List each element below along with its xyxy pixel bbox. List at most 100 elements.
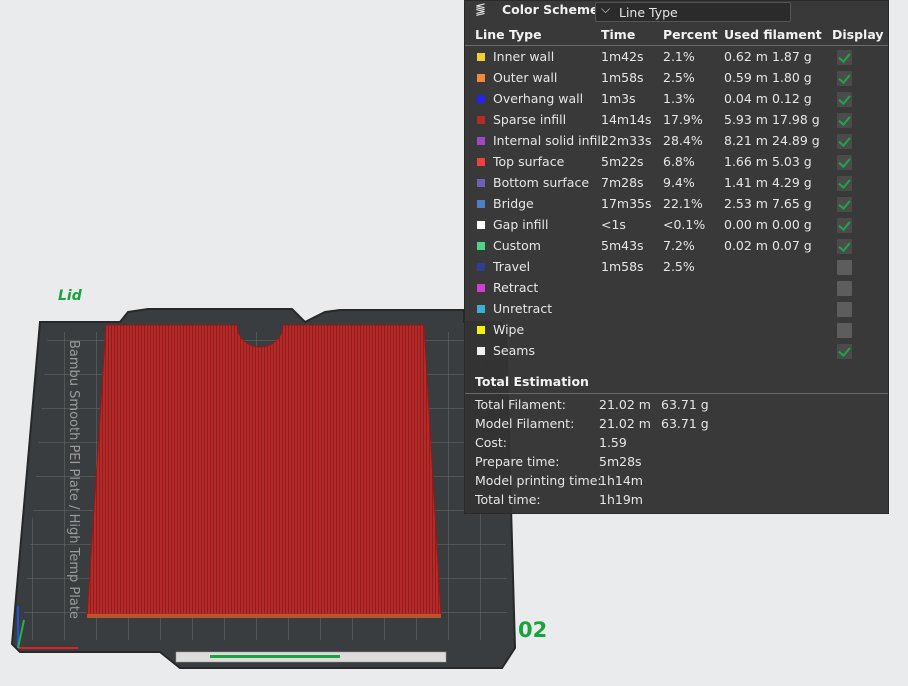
line-type-label: Unretract: [493, 301, 553, 316]
line-type-label: Top surface: [493, 154, 565, 169]
estimation-label: Cost:: [475, 435, 508, 450]
filament-length-value: 0.62 m: [724, 49, 768, 64]
display-checkbox[interactable]: [837, 92, 852, 107]
color-swatch: [477, 284, 485, 292]
line-type-row[interactable]: Custom 5m43s 7.2% 0.02 m 0.07 g: [465, 236, 888, 257]
line-type-row[interactable]: Outer wall 1m58s 2.5% 0.59 m 1.80 g: [465, 68, 888, 89]
color-scheme-dropdown[interactable]: ⌵ Line Type: [595, 2, 791, 22]
display-checkbox[interactable]: [837, 113, 852, 128]
display-checkbox[interactable]: [837, 218, 852, 233]
percent-value: 2.5%: [663, 259, 695, 274]
header-display: Display: [832, 27, 884, 42]
color-scheme-title: Color Scheme: [502, 2, 599, 17]
percent-value: 28.4%: [663, 133, 703, 148]
display-checkbox[interactable]: [837, 155, 852, 170]
display-checkbox[interactable]: [837, 134, 852, 149]
line-type-label: Bridge: [493, 196, 534, 211]
line-type-label: Travel: [493, 259, 531, 274]
estimation-value: 1h14m: [599, 473, 643, 488]
estimation-value: 1.59: [599, 435, 627, 450]
display-checkbox[interactable]: [837, 176, 852, 191]
color-swatch: [477, 74, 485, 82]
time-value: 1m3s: [601, 91, 636, 106]
line-type-label: Custom: [493, 238, 541, 253]
filament-length-value: 0.02 m: [724, 238, 768, 253]
line-type-row[interactable]: Retract: [465, 278, 888, 299]
time-value: 5m43s: [601, 238, 644, 253]
filament-length-value: 0.00 m: [724, 217, 768, 232]
line-type-row[interactable]: Gap infill <1s <0.1% 0.00 m 0.00 g: [465, 215, 888, 236]
line-type-row[interactable]: Top surface 5m22s 6.8% 1.66 m 5.03 g: [465, 152, 888, 173]
estimation-row: Prepare time: 5m28s: [465, 453, 888, 472]
percent-value: 7.2%: [663, 238, 695, 253]
percent-value: 2.1%: [663, 49, 695, 64]
percent-value: 6.8%: [663, 154, 695, 169]
display-checkbox[interactable]: [837, 344, 852, 359]
filament-weight-value: 0.12 g: [772, 91, 812, 106]
line-type-row[interactable]: Inner wall 1m42s 2.1% 0.62 m 1.87 g: [465, 47, 888, 68]
line-type-label: Internal solid infill: [493, 133, 605, 148]
line-type-label: Bottom surface: [493, 175, 590, 190]
display-checkbox[interactable]: [837, 50, 852, 65]
header-time: Time: [601, 27, 636, 42]
estimation-label: Total Filament:: [475, 397, 566, 412]
plate-name-label[interactable]: Lid: [58, 288, 82, 304]
filament-weight-value: 0.07 g: [772, 238, 812, 253]
line-type-label: Sparse infill: [493, 112, 567, 127]
filament-weight-value: 1.80 g: [772, 70, 812, 85]
line-type-row[interactable]: Overhang wall 1m3s 1.3% 0.04 m 0.12 g: [465, 89, 888, 110]
estimation-label: Model Filament:: [475, 416, 575, 431]
display-checkbox[interactable]: [837, 197, 852, 212]
color-swatch: [477, 242, 485, 250]
display-checkbox[interactable]: [837, 239, 852, 254]
estimation-row: Total time: 1h19m: [465, 491, 888, 510]
line-type-row[interactable]: Unretract: [465, 299, 888, 320]
estimation-value-secondary: 63.71 g: [661, 397, 709, 412]
collapse-icon[interactable]: ⪓: [475, 2, 486, 17]
time-value: 5m22s: [601, 154, 644, 169]
line-type-label: Wipe: [493, 322, 525, 337]
color-swatch: [477, 179, 485, 187]
filament-length-value: 0.04 m: [724, 91, 768, 106]
estimation-row: Model printing time: 1h14m: [465, 472, 888, 491]
color-swatch: [477, 347, 485, 355]
color-swatch: [477, 158, 485, 166]
color-swatch: [477, 221, 485, 229]
line-type-label: Overhang wall: [493, 91, 584, 106]
filament-length-value: 1.66 m: [724, 154, 768, 169]
line-type-label: Seams: [493, 343, 535, 358]
line-type-row[interactable]: Bridge 17m35s 22.1% 2.53 m 7.65 g: [465, 194, 888, 215]
color-swatch: [477, 137, 485, 145]
filament-weight-value: 7.65 g: [772, 196, 812, 211]
display-checkbox[interactable]: [837, 281, 852, 296]
line-type-row[interactable]: Seams: [465, 341, 888, 362]
line-type-label: Outer wall: [493, 70, 558, 85]
line-type-label: Retract: [493, 280, 539, 295]
color-swatch: [477, 53, 485, 61]
plate-number[interactable]: 02: [518, 618, 547, 642]
display-checkbox[interactable]: [837, 71, 852, 86]
filament-length-value: 0.59 m: [724, 70, 768, 85]
filament-weight-value: 5.03 g: [772, 154, 812, 169]
estimation-value-secondary: 63.71 g: [661, 416, 709, 431]
display-checkbox[interactable]: [837, 260, 852, 275]
estimation-divider: [465, 393, 888, 394]
display-checkbox[interactable]: [837, 323, 852, 338]
part-lid[interactable]: [86, 324, 442, 617]
filament-weight-value: 17.98 g: [772, 112, 820, 127]
line-type-row[interactable]: Travel 1m58s 2.5%: [465, 257, 888, 278]
display-checkbox[interactable]: [837, 302, 852, 317]
time-value: 1m58s: [601, 259, 644, 274]
estimation-value: 21.02 m: [599, 397, 651, 412]
filament-length-value: 5.93 m: [724, 112, 768, 127]
estimation-value: 5m28s: [599, 454, 642, 469]
estimation-row: Model Filament: 21.02 m 63.71 g: [465, 415, 888, 434]
line-type-row[interactable]: Bottom surface 7m28s 9.4% 1.41 m 4.29 g: [465, 173, 888, 194]
color-scheme-value: Line Type: [619, 5, 678, 20]
line-type-row[interactable]: Wipe: [465, 320, 888, 341]
line-type-row[interactable]: Internal solid infill 22m33s 28.4% 8.21 m 24…: [465, 131, 888, 152]
filament-length-value: 8.21 m: [724, 133, 768, 148]
header-divider: [465, 45, 888, 46]
percent-value: 9.4%: [663, 175, 695, 190]
line-type-row[interactable]: Sparse infill 14m14s 17.9% 5.93 m 17.98 g: [465, 110, 888, 131]
